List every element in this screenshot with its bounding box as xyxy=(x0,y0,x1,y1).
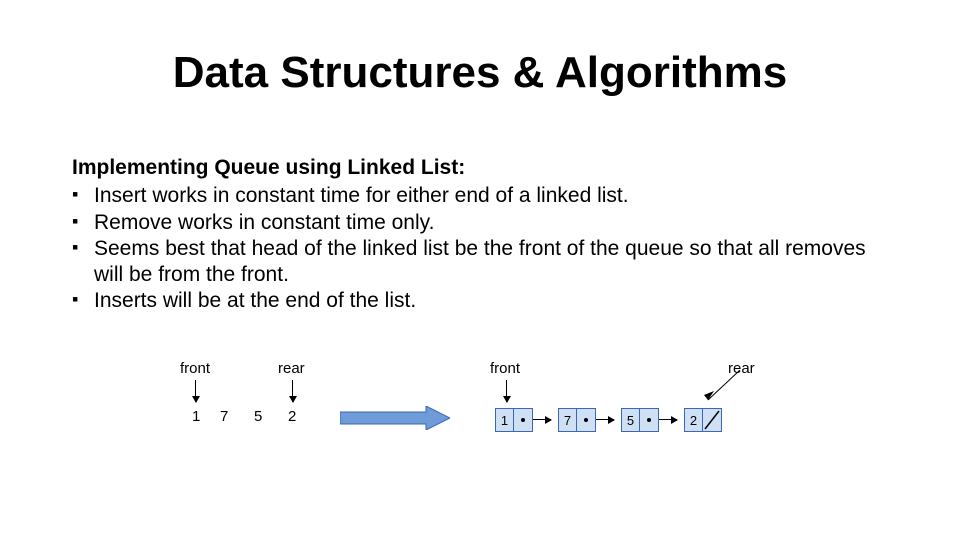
slide: Data Structures & Algorithms Implementin… xyxy=(0,0,960,540)
bullet-item: Inserts will be at the end of the list. xyxy=(72,288,892,314)
slide-title: Data Structures & Algorithms xyxy=(0,48,960,98)
ll-node: 1 xyxy=(495,408,533,432)
arrow-right-small-icon xyxy=(533,419,551,420)
queue-diagram: front rear 1 7 5 2 front rear 1 xyxy=(170,360,870,480)
ll-node-value: 2 xyxy=(685,409,703,431)
arrow-right-icon xyxy=(340,406,450,434)
array-value: 1 xyxy=(192,408,200,425)
ll-node: 5 xyxy=(621,408,659,432)
arrow-down-icon xyxy=(506,380,507,402)
bullet-item: Insert works in constant time for either… xyxy=(72,183,892,209)
ll-node-value: 5 xyxy=(622,409,640,431)
array-value: 7 xyxy=(220,408,228,425)
bullet-list: Insert works in constant time for either… xyxy=(72,183,892,314)
label-front-ll: front xyxy=(490,360,520,377)
arrow-down-icon xyxy=(292,380,293,402)
arrow-right-small-icon xyxy=(596,419,614,420)
ll-node-value: 7 xyxy=(559,409,577,431)
bullet-item: Remove works in constant time only. xyxy=(72,210,892,236)
bullet-item: Seems best that head of the linked list … xyxy=(72,236,892,289)
ll-node-pointer xyxy=(640,409,658,431)
ll-node: 2 xyxy=(684,408,722,432)
ll-node-null-pointer xyxy=(703,409,721,431)
label-rear-array: rear xyxy=(278,360,305,377)
ll-node-value: 1 xyxy=(496,409,514,431)
slide-body: Implementing Queue using Linked List: In… xyxy=(72,155,892,315)
ll-node: 7 xyxy=(558,408,596,432)
arrow-right-small-icon xyxy=(659,419,677,420)
array-value: 2 xyxy=(288,408,296,425)
subheading: Implementing Queue using Linked List: xyxy=(72,155,892,181)
label-front-array: front xyxy=(180,360,210,377)
arrow-down-icon xyxy=(195,380,196,402)
ll-node-pointer xyxy=(514,409,532,431)
ll-node-pointer xyxy=(577,409,595,431)
array-value: 5 xyxy=(254,408,262,425)
